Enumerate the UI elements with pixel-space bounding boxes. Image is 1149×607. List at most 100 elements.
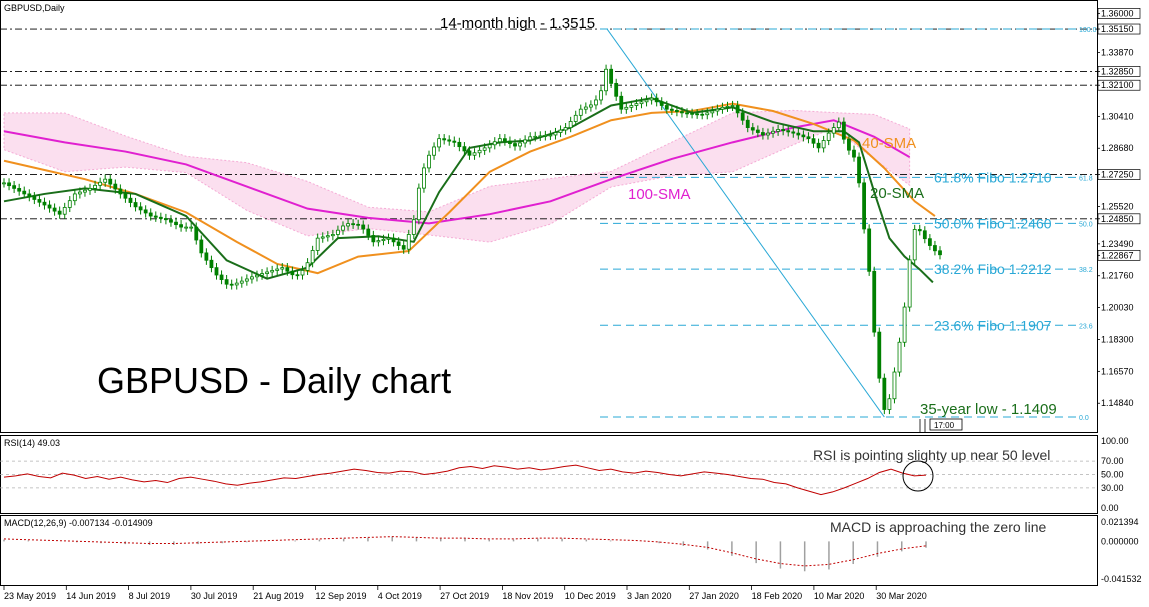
candle-body	[477, 149, 482, 154]
candle-body	[47, 204, 52, 209]
candle-body	[882, 377, 887, 410]
candle-body	[108, 178, 113, 185]
candle-body	[376, 240, 381, 243]
candle-body	[568, 121, 573, 129]
candle-body	[715, 108, 720, 112]
candle-body	[148, 212, 153, 217]
rsi-axis-30.00: 30.00	[1101, 483, 1124, 493]
candle-body	[588, 104, 593, 108]
candle-body	[847, 138, 851, 151]
candle-body	[761, 132, 765, 136]
time-label-7: 27 Oct 2019	[440, 591, 489, 601]
candle-body	[275, 268, 280, 271]
candle-body	[320, 236, 325, 239]
price-label-1.30410: 1.30410	[1101, 111, 1134, 121]
candle-body	[93, 184, 97, 189]
candle-body	[396, 241, 401, 246]
candle-body	[634, 103, 639, 106]
candle-body	[381, 238, 386, 242]
candle-body	[624, 106, 629, 110]
candle-body	[877, 331, 882, 379]
time-label-1: 14 Jun 2019	[66, 591, 116, 601]
candle-body	[7, 182, 11, 187]
candle-body	[609, 68, 614, 84]
candle-body	[659, 101, 664, 106]
candle-body	[573, 114, 578, 122]
candle-body	[209, 259, 214, 269]
time-label-2: 8 Jul 2019	[129, 591, 171, 601]
price-label-1.28680: 1.28680	[1101, 143, 1134, 153]
candle-body	[933, 245, 937, 252]
candle-body	[62, 207, 67, 215]
cloud-band	[3, 109, 911, 243]
candle-body	[497, 138, 502, 143]
price-label-1.33870: 1.33870	[1101, 48, 1134, 58]
candle-body	[735, 105, 740, 114]
candle-body	[897, 341, 902, 373]
rsi-axis-50.00: 50.00	[1101, 470, 1124, 480]
candle-body	[219, 274, 224, 281]
candle-body	[523, 139, 528, 144]
price-axis: 1.36000 1.35150 1.33870 1.32850 1.32100 1.304…	[1097, 8, 1141, 408]
candle-body	[644, 99, 649, 103]
candle-body	[710, 110, 715, 114]
candle-body	[361, 224, 366, 230]
candle-body	[766, 132, 770, 136]
candle-body	[330, 234, 335, 237]
fibo-level-61.8: 61.8	[1079, 175, 1093, 182]
candle-body	[255, 274, 259, 278]
candle-body	[664, 105, 669, 110]
candle-body	[194, 226, 199, 241]
price-label-1.14840: 1.14840	[1101, 398, 1134, 408]
candle-body	[234, 282, 239, 286]
candle-body	[153, 215, 158, 218]
candle-body	[492, 141, 497, 146]
fibonacci-levels: 100.0 61.8 61.8% Fibo 1.2710 50.0 50.0% Fibo…	[600, 27, 1097, 422]
candle-body	[300, 269, 305, 276]
rsi-line	[3, 464, 927, 496]
price-label-1.21760: 1.21760	[1101, 271, 1134, 281]
candle-body	[604, 68, 608, 92]
candle-body	[639, 101, 644, 105]
candle-body	[917, 229, 922, 232]
candle-body	[907, 259, 912, 308]
candle-body	[725, 106, 730, 108]
candle-body	[366, 228, 371, 236]
time-label-11: 27 Jan 2020	[689, 591, 739, 601]
candle-body	[452, 140, 457, 143]
candle-body	[158, 216, 163, 219]
candle-body	[325, 235, 330, 238]
candle-body	[260, 273, 264, 276]
price-label-1.27250: 1.27250	[1101, 170, 1134, 180]
candle-body	[57, 210, 62, 215]
candle-body	[356, 223, 361, 226]
candle-body	[179, 224, 183, 228]
candle-body	[432, 146, 436, 156]
rsi-axis-100.00: 100.00	[1101, 436, 1129, 446]
candle-body	[553, 132, 558, 136]
fibo-label-38.2: 38.2% Fibo 1.2212	[934, 261, 1052, 277]
candle-body	[583, 106, 588, 110]
candle-body	[341, 225, 345, 231]
candle-body	[290, 270, 295, 276]
sma20-label: 20-SMA	[870, 185, 924, 202]
candle-body	[305, 262, 310, 271]
candle-body	[371, 235, 376, 243]
high-annotation: 14-month high - 1.3515	[440, 15, 595, 32]
candle-body	[695, 113, 700, 116]
candle-body	[391, 237, 396, 243]
time-label-5: 12 Sep 2019	[316, 591, 367, 601]
candle-body	[816, 142, 821, 149]
candle-body	[204, 252, 209, 261]
candle-body	[214, 267, 219, 276]
candle-body	[821, 140, 826, 149]
candle-body	[133, 202, 138, 208]
time-label-0: 23 May 2019	[4, 591, 56, 601]
candle-body	[528, 136, 533, 141]
candle-body	[427, 154, 431, 169]
candle-body	[138, 206, 143, 211]
candle-body	[17, 188, 22, 192]
candle-body	[862, 182, 867, 230]
candle-body	[533, 135, 538, 138]
candle-body	[811, 138, 816, 144]
